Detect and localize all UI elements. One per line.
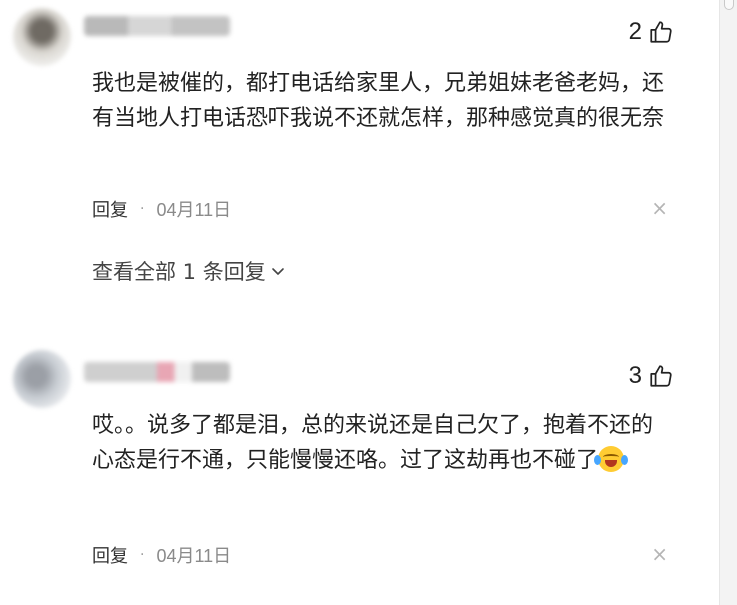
comment-date: 04月11日 bbox=[156, 200, 232, 220]
avatar[interactable] bbox=[13, 8, 71, 66]
comment-meta: 回复 · 04月11日 bbox=[92, 196, 231, 222]
chevron-down-icon bbox=[270, 263, 286, 279]
separator-dot: · bbox=[140, 547, 145, 563]
separator-dot: · bbox=[140, 201, 145, 217]
close-icon[interactable]: × bbox=[651, 196, 668, 220]
reply-button[interactable]: 回复 bbox=[92, 542, 128, 568]
thumbs-up-icon[interactable] bbox=[648, 363, 674, 389]
like-count: 2 bbox=[628, 18, 642, 45]
crying-laughing-emoji-icon bbox=[594, 446, 629, 472]
comment-date: 04月11日 bbox=[156, 546, 232, 566]
username-blurred[interactable] bbox=[84, 362, 230, 382]
like-button[interactable]: 3 bbox=[629, 362, 674, 390]
avatar[interactable] bbox=[13, 350, 71, 408]
view-replies-label: 查看全部 1 条回复 bbox=[92, 260, 266, 284]
comment-meta: 回复 · 04月11日 bbox=[92, 542, 231, 568]
comment-text: 哎。。说多了都是泪，总的来说还是自己欠了，抱着不还的心态是行不通，只能慢慢还咯。… bbox=[92, 413, 654, 473]
close-icon[interactable]: × bbox=[651, 542, 668, 566]
username-blurred[interactable] bbox=[84, 16, 230, 36]
comment-text-container: 哎。。说多了都是泪，总的来说还是自己欠了，抱着不还的心态是行不通，只能慢慢还咯。… bbox=[92, 408, 672, 478]
scrollbar[interactable] bbox=[719, 0, 737, 605]
thumbs-up-icon[interactable] bbox=[648, 19, 674, 45]
reply-button[interactable]: 回复 bbox=[92, 196, 128, 222]
view-all-replies-button[interactable]: 查看全部 1 条回复 bbox=[92, 256, 286, 286]
like-count: 3 bbox=[628, 362, 642, 389]
comment-text: 我也是被催的，都打电话给家里人，兄弟姐妹老爸老妈，还有当地人打电话恐吓我说不还就… bbox=[92, 71, 665, 131]
like-button[interactable]: 2 bbox=[629, 18, 674, 46]
comment-item: 3 哎。。说多了都是泪，总的来说还是自己欠了，抱着不还的心态是行不通，只能慢慢还… bbox=[0, 340, 720, 605]
comment-item: 2 我也是被催的，都打电话给家里人，兄弟姐妹老爸老妈，还有当地人打电话恐吓我说不… bbox=[0, 0, 720, 320]
scrollbar-thumb[interactable] bbox=[724, 0, 734, 10]
